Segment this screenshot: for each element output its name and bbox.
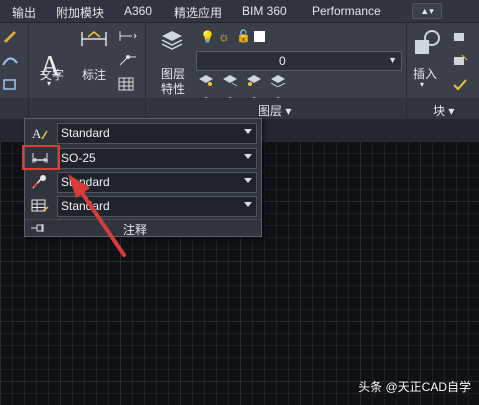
chevron-down-icon[interactable]: ▼	[388, 55, 397, 65]
layer-properties-label-2[interactable]: 特性	[161, 80, 185, 97]
table-style-dropdown[interactable]: Standard	[57, 196, 257, 217]
chevron-down-icon[interactable]: ▾	[420, 80, 424, 89]
ribbon-toggle-dropdown[interactable]: ▲▾	[412, 3, 442, 19]
highlight-box	[22, 145, 60, 170]
layer-tool-4-icon[interactable]	[270, 73, 286, 87]
multileader-style-value: Standard	[61, 175, 110, 189]
layer-tool-1-icon[interactable]	[198, 73, 214, 87]
text-tool-label[interactable]: 文字	[40, 66, 64, 83]
dimension-style-value: SO-25	[61, 151, 96, 165]
multileader-style-row: Standard	[25, 171, 261, 193]
annotation-panel-expanded: A Standard SO-25 Standard Standard 注释	[24, 118, 262, 237]
layer-properties-icon[interactable]	[160, 28, 184, 50]
edit-block-icon[interactable]	[452, 53, 468, 67]
multileader-style-icon	[32, 175, 46, 189]
menu-performance[interactable]: Performance	[312, 4, 381, 18]
separator	[28, 99, 29, 119]
chevron-down-icon[interactable]	[244, 129, 252, 134]
text-style-value: Standard	[61, 126, 110, 140]
menu-bar: 输出 附加模块 A360 精选应用 BIM 360 Performance ▲▾	[0, 0, 479, 23]
text-style-dropdown[interactable]: Standard	[57, 123, 257, 144]
layer-tool-3-icon[interactable]	[246, 73, 262, 87]
chevron-down-icon[interactable]	[244, 154, 252, 159]
menu-bim360[interactable]: BIM 360	[242, 4, 287, 18]
block-panel-title[interactable]: 块 ▾	[433, 102, 454, 119]
draw-tool-icon[interactable]	[2, 53, 18, 67]
annotation-panel-footer: 注释	[25, 219, 261, 238]
separator	[145, 23, 146, 98]
menu-output[interactable]: 输出	[12, 4, 36, 21]
chevron-down-icon[interactable]: ▾	[47, 79, 51, 88]
table-style-value: Standard	[61, 199, 110, 213]
layer-dropdown[interactable]: 0 ▼	[196, 51, 402, 71]
separator	[145, 99, 146, 119]
text-style-row: A Standard	[25, 122, 261, 144]
annotation-panel-title[interactable]: 注释	[123, 221, 147, 238]
shape-tool-icon[interactable]	[2, 77, 18, 91]
lock-icon[interactable]: 🔓	[236, 29, 251, 43]
sun-icon[interactable]: ☼	[218, 29, 230, 44]
table-style-icon	[31, 199, 49, 212]
menu-featured-apps[interactable]: 精选应用	[174, 4, 222, 21]
ribbon-panel-titles: 图层 ▾ 块 ▾	[0, 98, 479, 119]
menu-addins[interactable]: 附加模块	[56, 4, 104, 21]
text-style-icon: A	[32, 126, 48, 141]
layer-dropdown-value: 0	[279, 54, 286, 68]
pencil-icon[interactable]	[2, 29, 18, 43]
menu-a360[interactable]: A360	[124, 4, 152, 18]
dimension-style-row: SO-25	[25, 147, 261, 169]
separator	[406, 23, 407, 98]
linear-dimension-icon[interactable]	[118, 29, 138, 43]
chevron-down-icon[interactable]	[244, 202, 252, 207]
create-block-icon[interactable]	[452, 29, 468, 43]
watermark: 头条 @天正CAD自学	[358, 380, 471, 394]
layers-panel-title[interactable]: 图层 ▾	[258, 102, 291, 119]
block-attribute-icon[interactable]	[452, 77, 468, 91]
svg-text:A: A	[32, 126, 42, 141]
lightbulb-icon[interactable]: 💡	[200, 30, 215, 44]
color-swatch-icon[interactable]	[254, 31, 265, 42]
dimension-style-dropdown[interactable]: SO-25	[57, 148, 257, 169]
layer-tool-2-icon[interactable]	[222, 73, 238, 87]
dimension-tool-icon[interactable]	[80, 28, 108, 50]
insert-block-label[interactable]: 插入	[413, 65, 437, 82]
leader-icon[interactable]	[118, 53, 138, 67]
separator	[406, 99, 407, 119]
table-style-row: Standard	[25, 195, 261, 217]
dimension-tool-label[interactable]: 标注	[82, 66, 106, 83]
pin-icon[interactable]	[31, 223, 45, 233]
chevron-down-icon[interactable]	[244, 178, 252, 183]
multileader-style-dropdown[interactable]: Standard	[57, 172, 257, 193]
separator	[28, 23, 29, 98]
insert-block-icon[interactable]	[412, 28, 442, 58]
table-icon[interactable]	[118, 77, 134, 91]
